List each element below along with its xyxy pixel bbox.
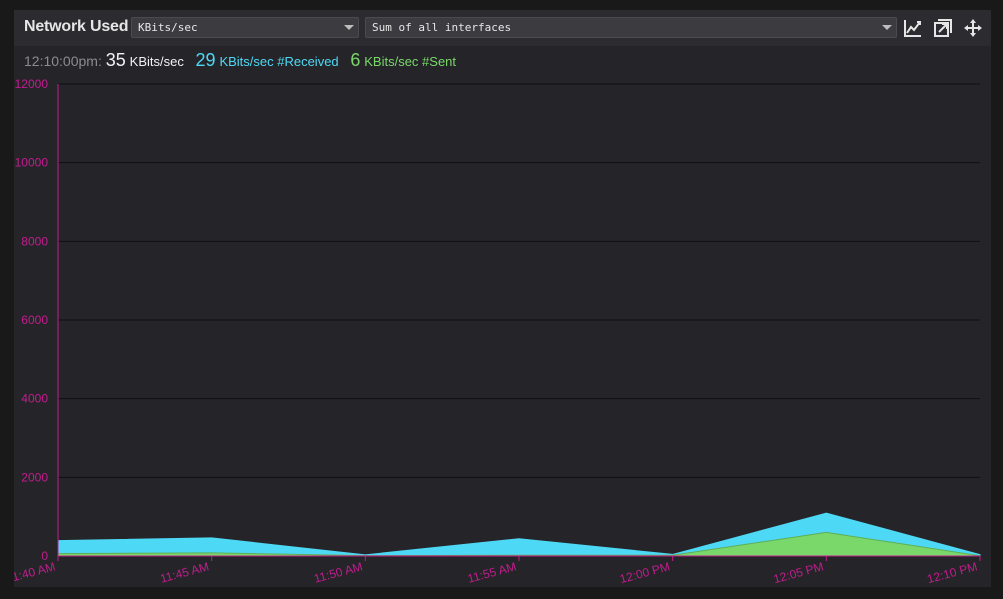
x-tick-label: 12:00 PM: [618, 559, 671, 586]
sent-unit: KBits/sec #Sent: [364, 54, 457, 69]
interface-select-value: Sum of all interfaces: [372, 21, 512, 34]
x-tick-label: 11:40 AM: [14, 559, 57, 585]
current-value-readout: 12:10:00pm: 35 KBits/sec 29 KBits/sec #R…: [24, 50, 456, 72]
y-tick-label: 8000: [21, 234, 48, 248]
line-chart-icon[interactable]: [903, 18, 923, 38]
x-tick-label: 11:55 AM: [466, 559, 518, 585]
total-value: 35: [105, 50, 126, 70]
y-tick-label: 4000: [21, 392, 48, 406]
received-value: 29: [195, 50, 216, 70]
x-tick-label: 12:10 PM: [926, 559, 979, 586]
chevron-down-icon: [344, 25, 354, 30]
unit-select-value: KBits/sec: [138, 21, 198, 34]
chevron-down-icon: [882, 25, 892, 30]
y-tick-label: 10000: [15, 156, 49, 170]
received-unit: KBits/sec #Received: [219, 54, 339, 69]
panel-header: Network Used KBits/sec Sum of all interf…: [14, 10, 991, 46]
total-unit: KBits/sec: [129, 54, 184, 69]
network-area-chart: 12000100008000600040002000011:40 AM 11:45…: [14, 77, 981, 586]
export-icon[interactable]: [933, 18, 953, 38]
unit-select[interactable]: KBits/sec: [131, 17, 359, 38]
panel-title: Network Used: [24, 18, 129, 35]
x-tick-label: 12:05 PM: [772, 559, 825, 586]
y-tick-label: 6000: [21, 313, 48, 327]
x-tick-label: 11:50 AM: [312, 559, 364, 585]
interface-select[interactable]: Sum of all interfaces: [365, 17, 897, 38]
move-icon[interactable]: [963, 18, 983, 38]
y-tick-label: 12000: [15, 77, 49, 91]
readout-time: 12:10:00pm:: [24, 53, 102, 69]
x-tick-label: 11:45 AM: [159, 559, 211, 585]
sent-value: 6: [350, 50, 361, 70]
network-used-panel: Network Used KBits/sec Sum of all interf…: [14, 10, 991, 587]
y-tick-label: 2000: [21, 470, 48, 484]
